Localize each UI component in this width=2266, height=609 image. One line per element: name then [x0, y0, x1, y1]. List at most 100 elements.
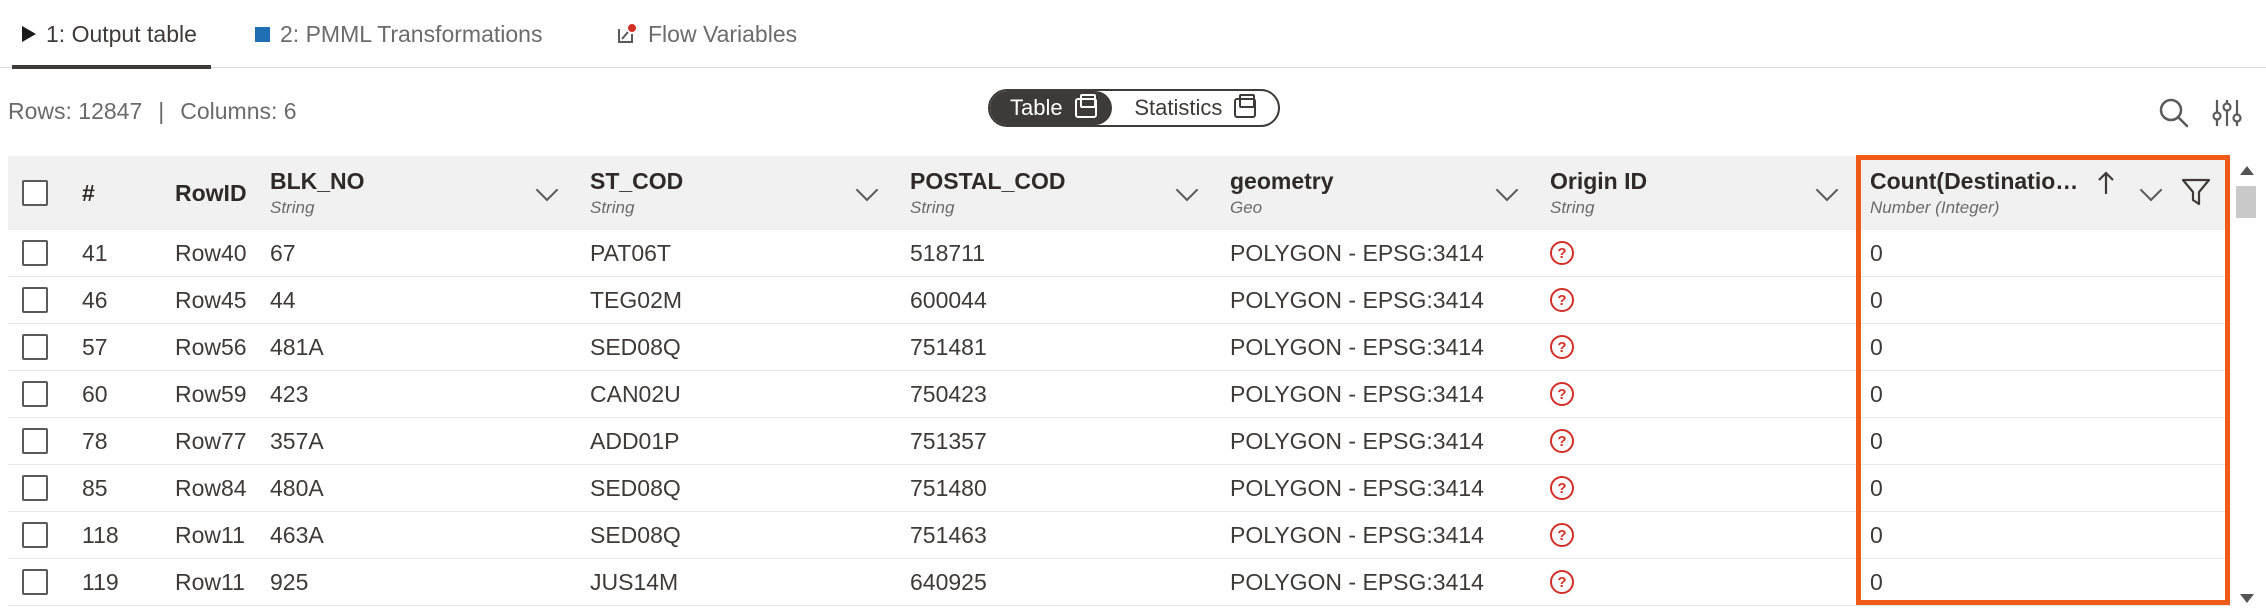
cell-rowid: Row45: [175, 286, 247, 313]
open-window-icon[interactable]: [1234, 94, 1257, 118]
cell-rowid: Row59: [175, 380, 247, 407]
cell-blk-no: 925: [270, 568, 309, 595]
cell-index: 78: [82, 427, 108, 454]
cell-index: 119: [82, 568, 119, 595]
flow-variable-icon: [616, 23, 638, 45]
rows-count: Rows: 12847: [8, 98, 143, 124]
cell-postal-cod: 751463: [910, 521, 987, 548]
cell-st-cod: JUS14M: [590, 568, 679, 595]
row-checkbox[interactable]: [22, 381, 48, 407]
cell-st-cod: ADD01P: [590, 427, 680, 454]
table-view-label: Table: [1010, 95, 1063, 120]
cell-postal-cod: 750423: [910, 380, 987, 407]
row-checkbox[interactable]: [22, 428, 48, 454]
table-settings-button[interactable]: [2210, 96, 2244, 130]
select-all-checkbox[interactable]: [22, 180, 48, 206]
table-size-info: Rows: 12847 | Columns: 6: [8, 98, 297, 125]
statistics-view-button[interactable]: Statistics: [1112, 91, 1278, 125]
statistics-view-label: Statistics: [1134, 95, 1223, 120]
scroll-thumb[interactable]: [2236, 186, 2256, 218]
cell-blk-no: 44: [270, 286, 296, 313]
cell-blk-no: 463A: [270, 521, 324, 548]
tab-bar: 1: Output table 2: PMML Transformations …: [0, 0, 2266, 69]
table-view-button[interactable]: Table: [990, 91, 1113, 125]
cell-st-cod: SED08Q: [590, 521, 681, 548]
sort-ascending-icon[interactable]: [2096, 170, 2116, 201]
tab-output-table[interactable]: 1: Output table: [12, 0, 211, 69]
table-row[interactable]: 41 Row40 67 PAT06T 518711 POLYGON - EPSG:3414…: [8, 230, 2230, 277]
tab-flow-variables[interactable]: Flow Variables: [616, 0, 797, 68]
chevron-down-icon[interactable]: [855, 178, 879, 202]
cell-count: 0: [1870, 521, 1883, 548]
view-toggle: Table Statistics: [988, 89, 1280, 127]
tab-label: 2: PMML Transformations: [280, 20, 543, 47]
table-row[interactable]: 85 Row84 480A SED08Q 751480 POLYGON - EPSG:34…: [8, 465, 2230, 512]
missing-value-icon: ?: [1550, 288, 1574, 312]
cell-geometry: POLYGON - EPSG:3414: [1230, 286, 1484, 313]
column-header-geometry[interactable]: geometry Geo: [1230, 156, 1334, 230]
column-header-index: #: [82, 179, 95, 206]
columns-count: Columns: 6: [180, 98, 297, 124]
cell-index: 60: [82, 380, 108, 407]
missing-value-icon: ?: [1550, 429, 1574, 453]
open-window-icon[interactable]: [1074, 94, 1097, 118]
cell-count: 0: [1870, 239, 1883, 266]
row-checkbox[interactable]: [22, 475, 48, 501]
missing-value-icon: ?: [1550, 335, 1574, 359]
cell-rowid: Row11: [175, 568, 245, 595]
column-header-count-destination[interactable]: Count(Destinatio… Number (Integer): [1870, 156, 2078, 230]
chevron-down-icon[interactable]: [1175, 178, 1199, 202]
row-checkbox[interactable]: [22, 240, 48, 266]
row-checkbox[interactable]: [22, 522, 48, 548]
table-row[interactable]: 57 Row56 481A SED08Q 751481 POLYGON - EPSG:34…: [8, 324, 2230, 371]
cell-blk-no: 423: [270, 380, 309, 407]
cell-geometry: POLYGON - EPSG:3414: [1230, 427, 1484, 454]
column-header-st-cod[interactable]: ST_COD String: [590, 156, 683, 230]
active-tab-indicator: [12, 65, 211, 69]
row-checkbox[interactable]: [22, 287, 48, 313]
cell-st-cod: SED08Q: [590, 474, 681, 501]
table-header: # RowID BLK_NO String ST_COD String POSTAL…: [8, 156, 2230, 230]
table-row[interactable]: 60 Row59 423 CAN02U 750423 POLYGON - EPSG:341…: [8, 371, 2230, 418]
cell-index: 57: [82, 333, 108, 360]
table-row[interactable]: 118 Row11 463A SED08Q 751463 POLYGON - EPSG:3…: [8, 512, 2230, 559]
row-checkbox[interactable]: [22, 569, 48, 595]
cell-rowid: Row77: [175, 427, 247, 454]
scroll-down-arrow[interactable]: [2240, 594, 2254, 603]
table-row[interactable]: 78 Row77 357A ADD01P 751357 POLYGON - EPSG:34…: [8, 418, 2230, 465]
chevron-down-icon[interactable]: [1495, 178, 1519, 202]
cell-count: 0: [1870, 380, 1883, 407]
cell-st-cod: CAN02U: [590, 380, 681, 407]
row-checkbox[interactable]: [22, 334, 48, 360]
scroll-up-arrow[interactable]: [2240, 166, 2254, 175]
column-header-postal-cod[interactable]: POSTAL_COD String: [910, 156, 1065, 230]
column-header-origin-id[interactable]: Origin ID String: [1550, 156, 1647, 230]
table-row[interactable]: 119 Row11 925 JUS14M 640925 POLYGON - EPSG:34…: [8, 559, 2230, 606]
cell-count: 0: [1870, 333, 1883, 360]
cell-blk-no: 481A: [270, 333, 324, 360]
cell-count: 0: [1870, 427, 1883, 454]
column-header-blk-no[interactable]: BLK_NO String: [270, 156, 365, 230]
tab-label: 1: Output table: [46, 20, 197, 47]
chevron-down-icon[interactable]: [1815, 178, 1839, 202]
sliders-icon: [2212, 100, 2242, 126]
search-button[interactable]: [2157, 96, 2191, 130]
cell-blk-no: 67: [270, 239, 296, 266]
cell-postal-cod: 518711: [910, 239, 986, 266]
chevron-down-icon[interactable]: [2139, 178, 2163, 202]
missing-value-icon: ?: [1550, 241, 1574, 265]
missing-value-icon: ?: [1550, 382, 1574, 406]
cell-postal-cod: 751481: [910, 333, 987, 360]
cell-postal-cod: 640925: [910, 568, 987, 595]
cell-st-cod: SED08Q: [590, 333, 681, 360]
tab-pmml-transformations[interactable]: 2: PMML Transformations: [255, 0, 542, 68]
cell-postal-cod: 751480: [910, 474, 987, 501]
missing-value-icon: ?: [1550, 476, 1574, 500]
cell-rowid: Row40: [175, 239, 247, 266]
chevron-down-icon[interactable]: [535, 178, 559, 202]
vertical-scrollbar[interactable]: [2234, 160, 2258, 605]
filter-icon[interactable]: [2180, 176, 2212, 213]
missing-value-icon: ?: [1550, 570, 1574, 594]
cell-geometry: POLYGON - EPSG:3414: [1230, 521, 1484, 548]
table-row[interactable]: 46 Row45 44 TEG02M 600044 POLYGON - EPSG:3414…: [8, 277, 2230, 324]
